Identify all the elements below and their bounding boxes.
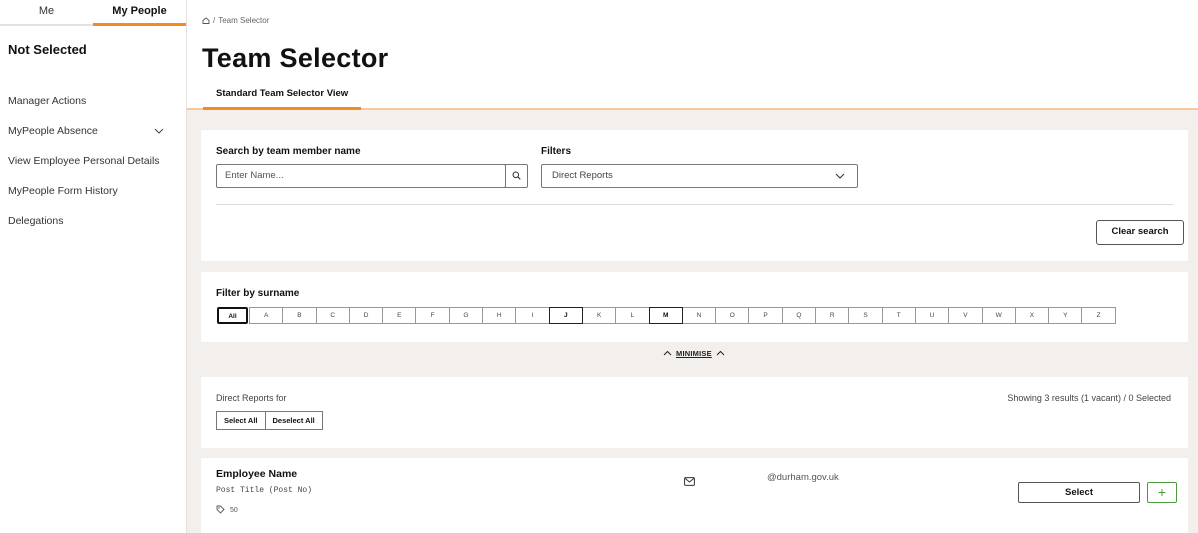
search-input[interactable]: Enter Name... — [216, 164, 506, 188]
view-tabs: Standard Team Selector View — [187, 84, 1198, 110]
filters-select-value: Direct Reports — [552, 170, 613, 181]
tab-my-people[interactable]: My People — [93, 0, 186, 26]
letter-v-button[interactable]: V — [948, 307, 983, 324]
chevron-down-icon[interactable] — [154, 124, 164, 138]
sidebar-item-label: Delegations — [8, 215, 64, 227]
letter-d-button[interactable]: D — [348, 307, 384, 324]
tab-standard-view[interactable]: Standard Team Selector View — [203, 84, 362, 110]
surname-filter-panel: Filter by surname All ABCDEFGHIJKLMNOPQR… — [201, 272, 1188, 342]
sidebar-item-label: Manager Actions — [8, 95, 87, 107]
sidebar-item-mypeople-absence[interactable]: MyPeople Absence — [0, 124, 186, 154]
search-panel: Search by team member name Filters Enter… — [201, 130, 1188, 261]
direct-reports-label: Direct Reports for — [216, 393, 287, 403]
surname-letter-buttons: All ABCDEFGHIJKLMNOPQRSTUVWXYZ — [217, 307, 1116, 324]
employee-tag: 50 — [216, 505, 238, 516]
letter-c-button[interactable]: C — [315, 307, 350, 324]
letter-t-button[interactable]: T — [881, 307, 916, 324]
clear-search-button[interactable]: Clear search — [1096, 220, 1184, 245]
search-button[interactable] — [505, 164, 528, 188]
letter-f-button[interactable]: F — [415, 307, 450, 324]
employee-email[interactable]: @durham.gov.uk — [767, 472, 839, 483]
letter-w-button[interactable]: W — [981, 307, 1016, 324]
letter-n-button[interactable]: N — [681, 307, 717, 324]
letter-l-button[interactable]: L — [615, 307, 650, 324]
add-employee-button[interactable]: + — [1147, 482, 1177, 503]
sidebar-tabs: Me My People — [0, 0, 186, 26]
select-all-button[interactable]: Select All — [216, 411, 266, 430]
filters-select[interactable]: Direct Reports — [541, 164, 858, 188]
select-employee-button[interactable]: Select — [1018, 482, 1140, 503]
letter-z-button[interactable]: Z — [1081, 307, 1116, 324]
letter-h-button[interactable]: H — [482, 307, 517, 324]
letter-s-button[interactable]: S — [848, 307, 883, 324]
mail-icon[interactable] — [684, 473, 695, 491]
minimise-toggle[interactable]: MINIMISE — [663, 349, 725, 358]
letter-p-button[interactable]: P — [748, 307, 783, 324]
home-icon[interactable] — [202, 17, 210, 24]
sidebar-nav: Manager Actions MyPeople Absence View Em… — [0, 94, 186, 244]
sidebar-item-label: MyPeople Form History — [8, 185, 118, 197]
chevron-up-icon — [716, 350, 725, 358]
direct-reports-panel: Direct Reports for Showing 3 results (1 … — [201, 377, 1188, 448]
employee-post: Post Title (Post No) — [216, 486, 313, 495]
search-name-label: Search by team member name — [216, 146, 361, 157]
chevron-up-icon — [663, 350, 672, 358]
search-divider — [216, 204, 1174, 205]
breadcrumb-separator: / — [213, 16, 216, 25]
search-icon — [512, 167, 521, 185]
page-title: Team Selector — [202, 43, 389, 73]
tag-icon — [216, 505, 225, 516]
employee-tag-value: 50 — [230, 507, 238, 514]
sidebar-item-manager-actions[interactable]: Manager Actions — [0, 94, 186, 124]
sidebar-item-label: View Employee Personal Details — [8, 155, 160, 167]
filters-label: Filters — [541, 146, 572, 157]
letter-m-button[interactable]: M — [648, 307, 683, 324]
employee-name: Employee Name — [216, 468, 298, 480]
tab-me[interactable]: Me — [0, 0, 93, 24]
letter-r-button[interactable]: R — [815, 307, 850, 324]
minimise-label: MINIMISE — [676, 349, 712, 358]
surname-filter-label: Filter by surname — [216, 288, 300, 299]
selection-button-group: Select All Deselect All — [216, 411, 323, 430]
letter-k-button[interactable]: K — [581, 307, 617, 324]
letter-x-button[interactable]: X — [1014, 307, 1050, 324]
sidebar-item-view-employee-details[interactable]: View Employee Personal Details — [0, 154, 186, 184]
letter-b-button[interactable]: B — [282, 307, 317, 324]
letter-i-button[interactable]: I — [515, 307, 550, 324]
sidebar-item-label: MyPeople Absence — [8, 125, 98, 137]
letter-j-button[interactable]: J — [548, 307, 583, 324]
results-count: Showing 3 results (1 vacant) / 0 Selecte… — [1007, 393, 1171, 403]
letter-q-button[interactable]: Q — [781, 307, 817, 324]
letter-all-button[interactable]: All — [217, 307, 248, 324]
selection-status: Not Selected — [8, 42, 87, 57]
breadcrumb-current: Team Selector — [218, 16, 270, 25]
chevron-down-icon — [835, 165, 845, 196]
deselect-all-button[interactable]: Deselect All — [264, 411, 323, 430]
letter-o-button[interactable]: O — [715, 307, 750, 324]
letter-g-button[interactable]: G — [448, 307, 484, 324]
letter-a-button[interactable]: A — [249, 307, 284, 324]
sidebar: Me My People Not Selected Manager Action… — [0, 0, 187, 533]
employee-card: Employee Name Post Title (Post No) 50 @d… — [201, 458, 1188, 533]
letter-y-button[interactable]: Y — [1048, 307, 1083, 324]
breadcrumb: / Team Selector — [202, 16, 269, 25]
sidebar-item-delegations[interactable]: Delegations — [0, 214, 186, 244]
main-content: / Team Selector Team Selector Standard T… — [187, 0, 1198, 533]
letter-e-button[interactable]: E — [382, 307, 417, 324]
letter-u-button[interactable]: U — [914, 307, 950, 324]
sidebar-item-form-history[interactable]: MyPeople Form History — [0, 184, 186, 214]
